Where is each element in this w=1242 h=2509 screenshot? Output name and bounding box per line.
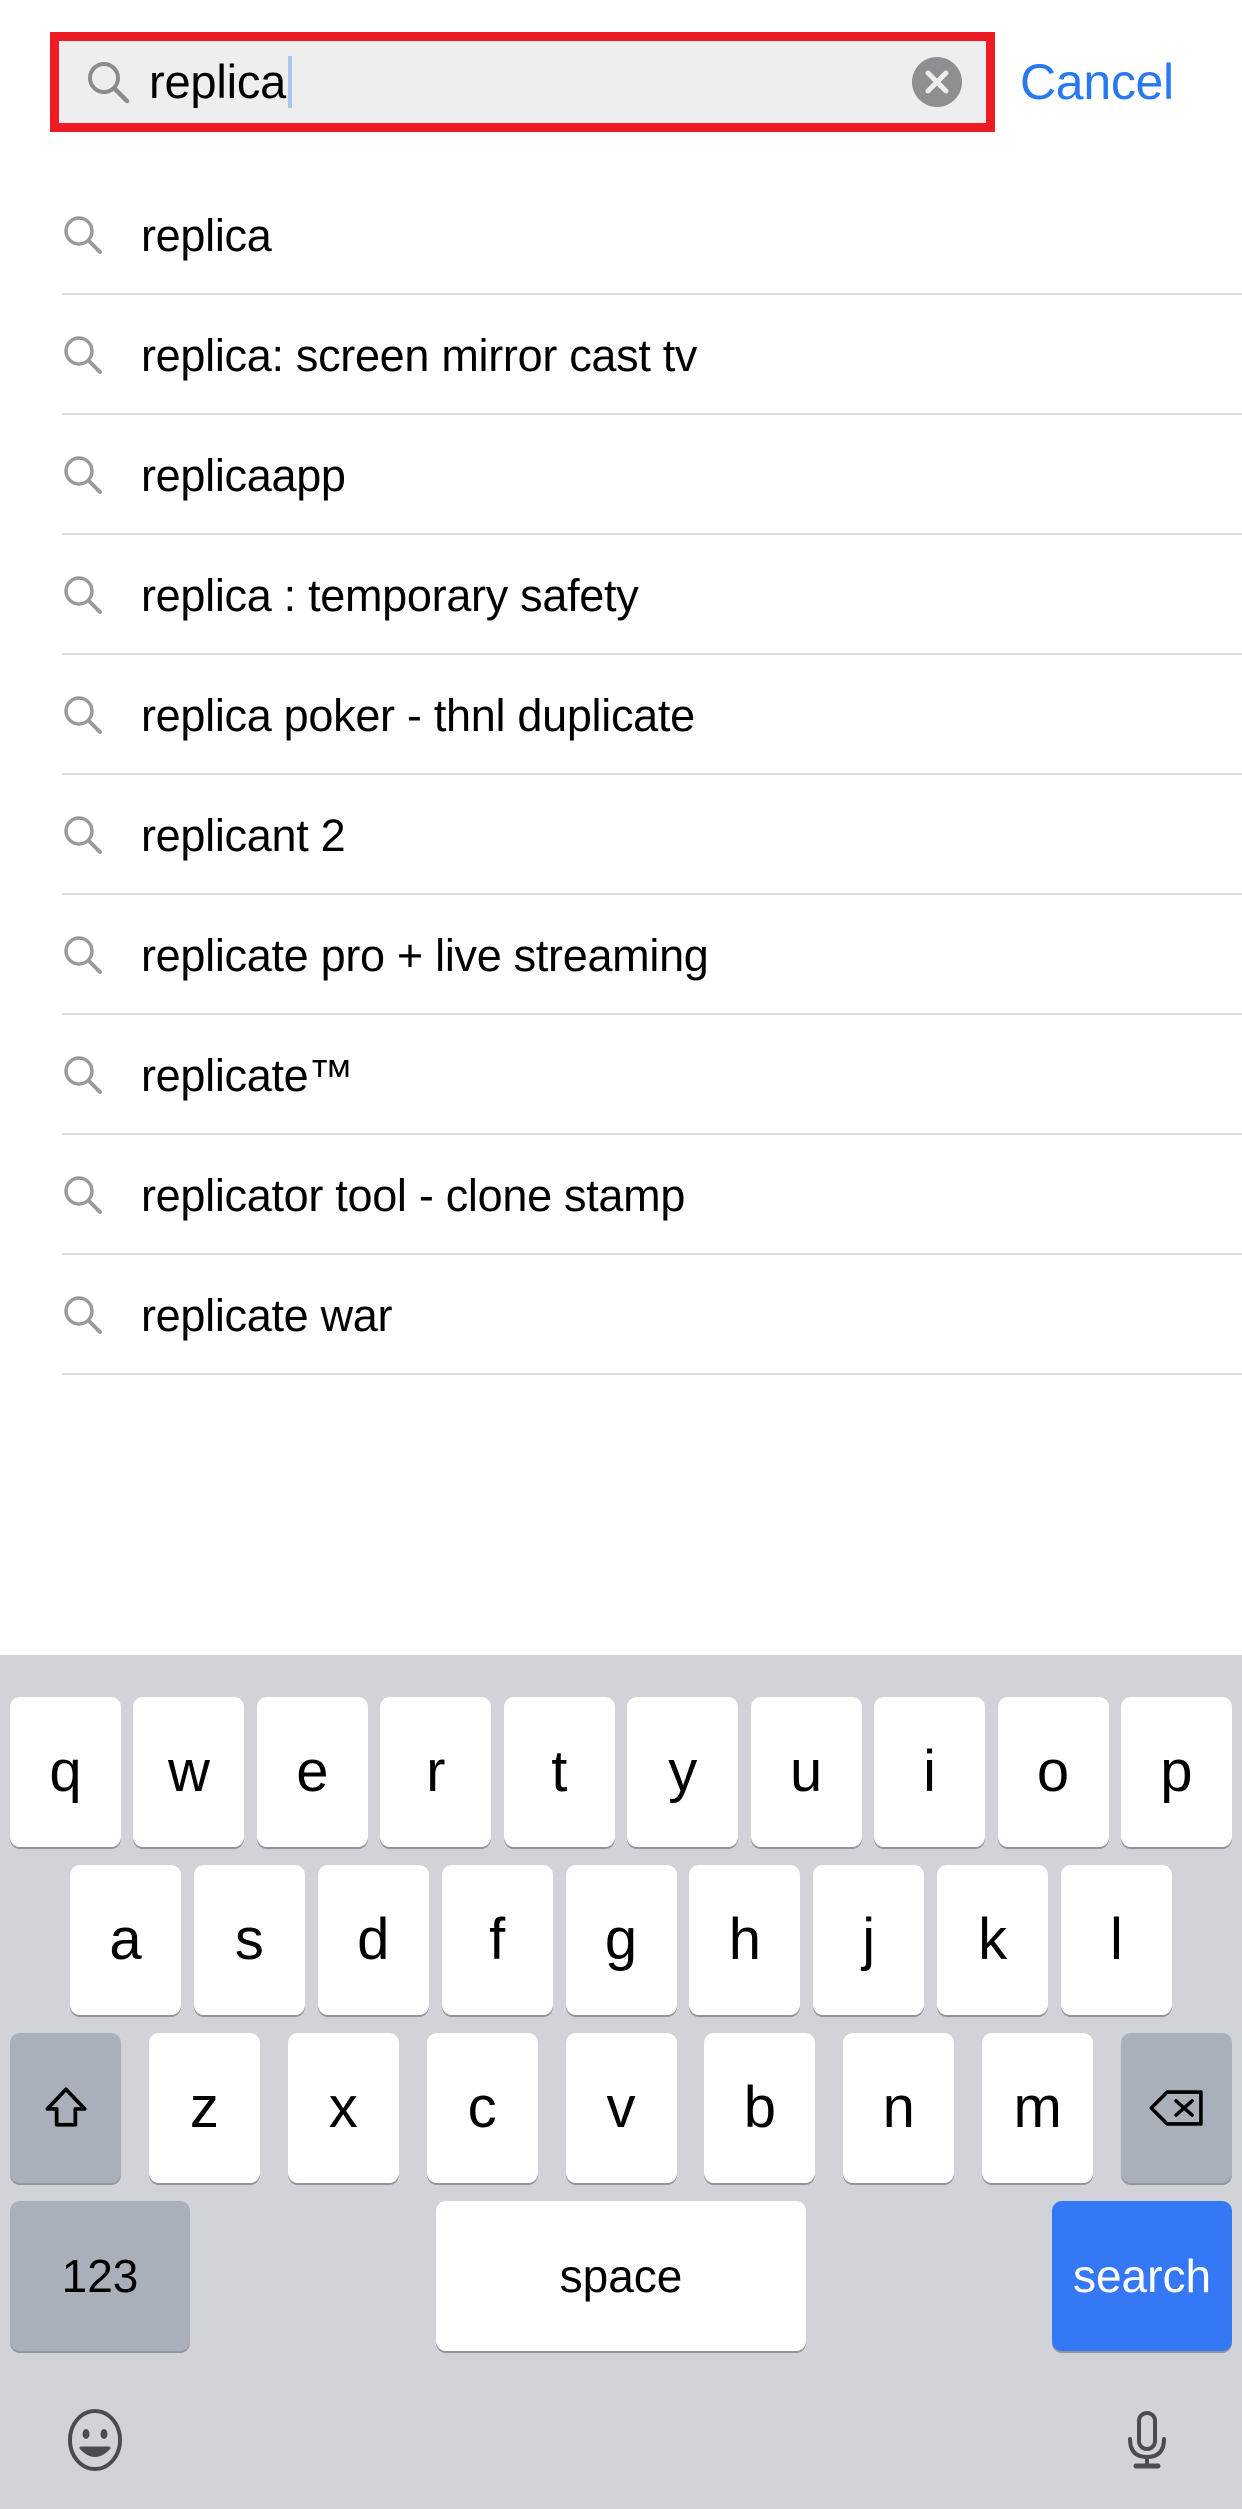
key-f[interactable]: f: [441, 1865, 553, 2015]
search-icon: [85, 59, 131, 105]
key-k[interactable]: k: [937, 1865, 1049, 2015]
key-q[interactable]: q: [10, 1697, 121, 1847]
suggestion-label: replicate™: [141, 1049, 354, 1101]
search-key[interactable]: search: [1052, 2201, 1232, 2351]
suggestion-label: replicaapp: [141, 449, 346, 501]
shift-arrow-up-icon: [44, 2087, 87, 2127]
key-b[interactable]: b: [704, 2033, 816, 2183]
keyboard-row-4: 123 space search: [0, 2201, 1242, 2351]
search-icon: [62, 694, 104, 736]
key-e[interactable]: e: [256, 1697, 368, 1847]
key-j[interactable]: j: [813, 1865, 925, 2015]
delete-key[interactable]: [1121, 2033, 1232, 2183]
suggestion-label: replica : temporary safety: [141, 569, 639, 621]
suggestion-row[interactable]: replica: screen mirror cast tv: [0, 295, 1242, 415]
key-c[interactable]: c: [426, 2033, 538, 2183]
suggestion-label: replica: screen mirror cast tv: [141, 329, 698, 381]
suggestion-label: replica poker - thnl duplicate: [141, 689, 695, 741]
keyboard-bottom-bar: [0, 2371, 1242, 2509]
suggestion-row[interactable]: replica : temporary safety: [0, 535, 1242, 655]
search-icon: [62, 814, 104, 856]
suggestion-row[interactable]: replica poker - thnl duplicate: [0, 655, 1242, 775]
search-icon: [62, 454, 104, 496]
key-a[interactable]: a: [70, 1865, 181, 2015]
key-h[interactable]: h: [689, 1865, 801, 2015]
suggestion-row[interactable]: replicator tool - clone stamp: [0, 1135, 1242, 1255]
keyboard-row-2: a s d f g h j k l: [0, 1865, 1242, 2015]
key-y[interactable]: y: [627, 1697, 739, 1847]
key-w[interactable]: w: [133, 1697, 245, 1847]
search-header: replica Cancel: [0, 0, 1242, 160]
clear-search-button[interactable]: [912, 57, 962, 107]
search-icon: [62, 1294, 104, 1336]
keyboard-row-1: q w e r t y u i o p: [0, 1697, 1242, 1847]
keyboard-row-3: z x c v b n m: [0, 2033, 1242, 2183]
delete-backspace-icon: [1149, 2090, 1203, 2126]
on-screen-keyboard: q w e r t y u i o p a s d f g h j k l z …: [0, 1655, 1242, 2509]
search-input-value: replica: [149, 56, 287, 108]
clear-circle-x-icon: [925, 70, 949, 94]
text-cursor: [288, 56, 293, 108]
key-d[interactable]: d: [317, 1865, 429, 2015]
key-n[interactable]: n: [843, 2033, 955, 2183]
suggestion-row[interactable]: replica: [0, 175, 1242, 295]
search-input-text[interactable]: replica: [131, 56, 912, 108]
key-m[interactable]: m: [982, 2033, 1094, 2183]
key-s[interactable]: s: [193, 1865, 305, 2015]
suggestion-label: replicant 2: [141, 809, 346, 861]
numeric-key[interactable]: 123: [10, 2201, 190, 2351]
key-i[interactable]: i: [874, 1697, 986, 1847]
suggestion-row[interactable]: replicaapp: [0, 415, 1242, 535]
suggestion-row[interactable]: replicate pro + live streaming: [0, 895, 1242, 1015]
search-icon: [62, 1174, 104, 1216]
search-input-field[interactable]: replica: [59, 41, 986, 123]
key-p[interactable]: p: [1120, 1697, 1232, 1847]
key-t[interactable]: t: [503, 1697, 615, 1847]
key-u[interactable]: u: [750, 1697, 862, 1847]
search-icon: [62, 1054, 104, 1096]
space-key[interactable]: space: [436, 2201, 806, 2351]
key-z[interactable]: z: [148, 2033, 260, 2183]
key-l[interactable]: l: [1061, 1865, 1172, 2015]
key-g[interactable]: g: [565, 1865, 677, 2015]
cancel-button[interactable]: Cancel: [1020, 32, 1220, 132]
suggestion-label: replica: [141, 209, 272, 261]
suggestion-row[interactable]: replicate™: [0, 1015, 1242, 1135]
key-o[interactable]: o: [997, 1697, 1109, 1847]
search-suggestions-list: replica replica: screen mirror cast tv r…: [0, 175, 1242, 1375]
microphone-icon[interactable]: [1114, 2407, 1180, 2473]
suggestion-label: replicator tool - clone stamp: [141, 1169, 686, 1221]
search-icon: [62, 574, 104, 616]
app-screen: replica Cancel replica replica: screen m…: [0, 0, 1242, 2509]
key-x[interactable]: x: [287, 2033, 399, 2183]
key-r[interactable]: r: [380, 1697, 492, 1847]
suggestion-row[interactable]: replicate war: [0, 1255, 1242, 1375]
search-icon: [62, 214, 104, 256]
key-v[interactable]: v: [565, 2033, 677, 2183]
shift-key[interactable]: [10, 2033, 121, 2183]
suggestion-label: replicate war: [141, 1289, 393, 1341]
suggestion-row[interactable]: replicant 2: [0, 775, 1242, 895]
search-icon: [62, 934, 104, 976]
suggestion-label: replicate pro + live streaming: [141, 929, 709, 981]
search-icon: [62, 334, 104, 376]
search-field-highlight-box: replica: [50, 32, 995, 132]
emoji-smiley-icon[interactable]: [62, 2407, 128, 2473]
